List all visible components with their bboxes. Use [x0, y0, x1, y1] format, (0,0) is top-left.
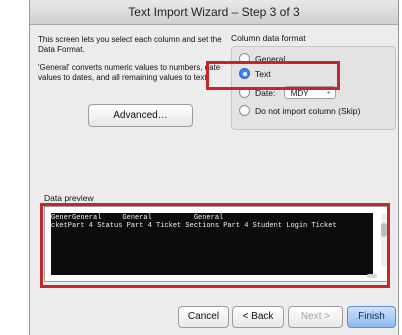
scrollbar-thumb[interactable] — [381, 223, 387, 237]
data-preview-box[interactable]: GenerGeneral General General cketPart 4 … — [44, 206, 390, 282]
advanced-button[interactable]: Advanced… — [88, 104, 193, 127]
data-preview-content[interactable]: GenerGeneral General General cketPart 4 … — [51, 213, 373, 275]
preview-horizontal-scrollbar[interactable] — [367, 274, 377, 278]
window-title: Text Import Wizard – Step 3 of 3 — [30, 0, 398, 25]
cancel-button[interactable]: Cancel — [178, 306, 229, 328]
preview-data-row[interactable]: cketPart 4 Status Part 4 Ticket Sections… — [51, 222, 337, 231]
radio-text-label: Text — [255, 69, 271, 79]
back-button[interactable]: < Back — [232, 306, 284, 328]
radio-button-icon — [239, 87, 250, 99]
column-data-format-label: Column data format — [231, 33, 306, 43]
radio-selected-icon — [239, 68, 250, 80]
radio-general-label: General — [255, 54, 286, 64]
date-format-select[interactable]: MDY ÷ — [283, 86, 336, 100]
radio-date-label: Date: — [255, 88, 276, 98]
radio-text[interactable]: Text — [239, 67, 271, 81]
radio-general[interactable]: General — [239, 52, 285, 66]
radio-button-icon — [239, 53, 250, 65]
column-data-format-group: General Text Date: MDY ÷ Do not import co… — [231, 46, 396, 130]
preview-vertical-scrollbar[interactable] — [381, 213, 387, 267]
select-arrows-icon: ÷ — [326, 90, 331, 98]
intro-line-1: This screen lets you select each column … — [38, 35, 222, 54]
data-preview-label: Data preview — [44, 193, 94, 203]
next-button[interactable]: Next > — [288, 306, 343, 328]
intro-text: This screen lets you select each column … — [38, 35, 228, 91]
radio-date[interactable]: Date: MDY ÷ — [239, 86, 336, 100]
radio-button-icon — [239, 105, 250, 117]
finish-button[interactable]: Finish — [347, 306, 396, 328]
intro-line-2: 'General' converts numeric values to num… — [38, 63, 221, 82]
text-import-wizard-window: Text Import Wizard – Step 3 of 3 This sc… — [29, 0, 399, 335]
radio-skip[interactable]: Do not import column (Skip) — [239, 104, 360, 118]
date-format-value: MDY — [290, 89, 309, 99]
radio-skip-label: Do not import column (Skip) — [255, 106, 361, 116]
